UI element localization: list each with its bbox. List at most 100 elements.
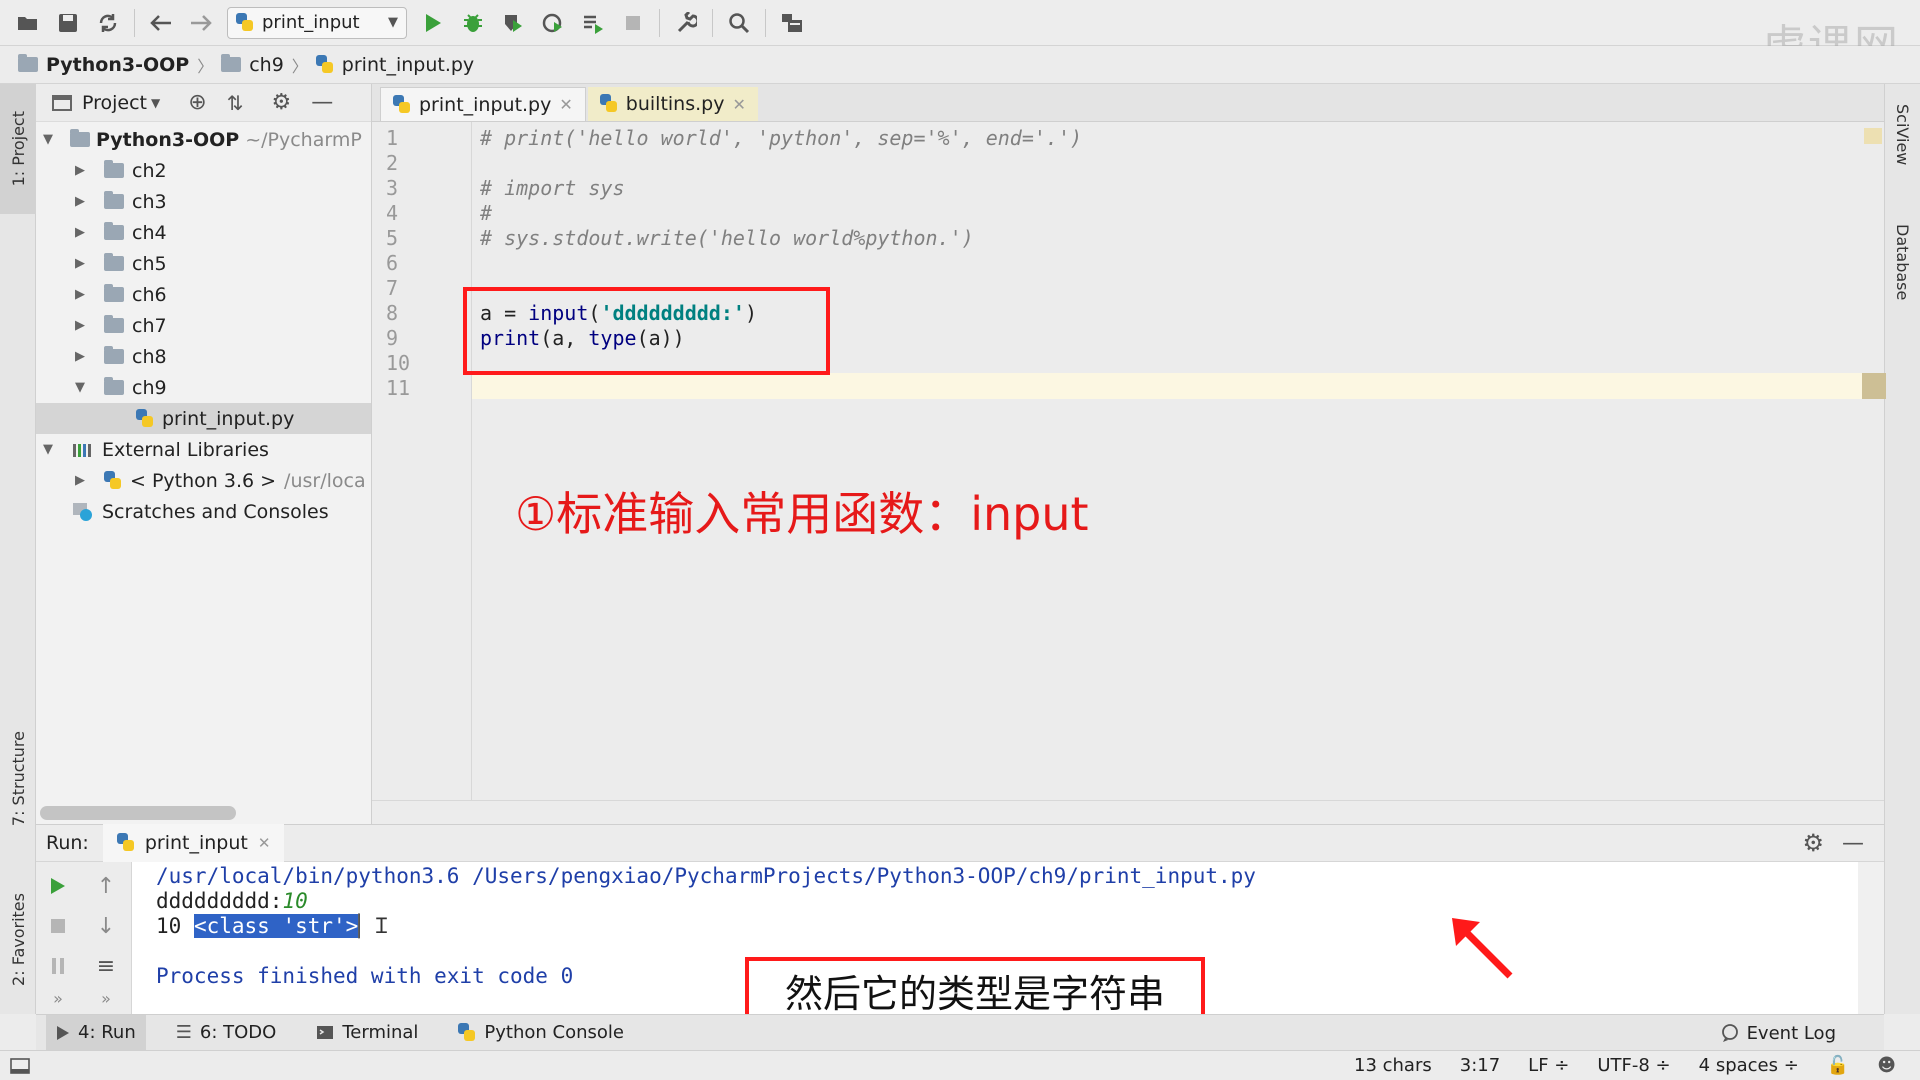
status-indent[interactable]: 4 spaces ÷ [1699,1055,1799,1076]
stop-icon[interactable] [613,3,653,43]
project-tool-tab[interactable]: 1: Project [0,84,36,214]
project-view-select[interactable]: Project [82,92,147,114]
tool-window-toggle-icon[interactable] [10,1057,30,1075]
chevron-down-icon[interactable]: ▼ [151,96,160,110]
folder-icon [18,54,38,72]
back-arrow-icon[interactable] [141,3,181,43]
inspector-icon[interactable]: ☻ [1877,1055,1896,1076]
toolbar-separator [659,8,660,37]
tree-folder-ch5[interactable]: ▶ ch5 [36,248,371,279]
status-cursor-position[interactable]: 3:17 [1460,1055,1500,1076]
tree-folder-ch9[interactable]: ▼ ch9 [36,372,371,403]
wrench-icon[interactable] [666,3,706,43]
collapsed-arrow-icon[interactable]: ▶ [72,473,88,488]
more-icon[interactable]: » [38,980,78,1016]
up-arrow-icon[interactable]: ↑ [86,868,126,904]
minimize-icon[interactable]: — [1842,831,1864,856]
close-icon[interactable]: ✕ [559,95,572,114]
expand-arrow-icon[interactable]: ▼ [72,380,88,395]
run-with-coverage-icon[interactable] [493,3,533,43]
gear-icon[interactable]: ⚙ [271,90,291,115]
editor-horizontal-scroll-area [372,800,1884,824]
collapsed-arrow-icon[interactable]: ▶ [72,318,88,333]
tree-python-sdk-label: < Python 3.6 > [130,469,277,492]
tab-label: builtins.py [625,93,725,115]
breadcrumb-file[interactable]: print_input.py [315,54,474,76]
collapsed-arrow-icon[interactable]: ▶ [72,349,88,364]
breadcrumb-folder[interactable]: ch9 [221,54,284,76]
close-icon[interactable]: ✕ [258,834,271,852]
soft-wrap-icon[interactable]: ≡ [86,948,126,984]
pause-icon[interactable] [38,948,78,984]
forward-arrow-icon[interactable] [181,3,221,43]
tab-builtins[interactable]: builtins.py ✕ [587,87,758,121]
tree-scratches[interactable]: Scratches and Consoles [36,496,371,527]
stop-icon[interactable] [38,908,78,944]
debug-icon[interactable] [453,3,493,43]
tree-folder-ch6[interactable]: ▶ ch6 [36,279,371,310]
tab-run[interactable]: 4: Run [46,1014,146,1051]
more-icon[interactable]: » [86,980,126,1016]
expand-arrow-icon[interactable]: ▼ [40,442,56,457]
expand-arrow-icon[interactable]: ▼ [40,132,56,147]
tab-todo-label: 6: TODO [199,1022,277,1043]
open-folder-icon[interactable] [8,3,48,43]
collapse-all-icon[interactable]: ⇅ [227,91,244,115]
save-icon[interactable] [48,3,88,43]
chevron-down-icon: ▼ [388,15,398,30]
database-tool-tab[interactable]: Database [1893,224,1912,305]
line-number: 4 [386,201,399,225]
locate-icon[interactable]: ⊕ [188,90,206,115]
event-log-button[interactable]: Event Log [1721,1015,1836,1051]
line-number: 2 [386,151,399,175]
collapsed-arrow-icon[interactable]: ▶ [72,225,88,240]
tree-folder-label: ch5 [132,252,167,275]
tab-todo[interactable]: ☰ 6: TODO [166,1015,287,1051]
run-configuration-select[interactable]: print_input ▼ [227,6,407,39]
collapsed-arrow-icon[interactable]: ▶ [72,256,88,271]
collapsed-arrow-icon[interactable]: ▶ [72,163,88,178]
down-arrow-icon[interactable]: ↓ [86,908,126,944]
lock-icon[interactable]: 🔓 [1827,1055,1849,1076]
tab-python-console[interactable]: Python Console [448,1015,634,1051]
status-encoding[interactable]: UTF-8 ÷ [1597,1055,1670,1076]
tree-external-libraries[interactable]: ▼ External Libraries [36,434,371,465]
project-horizontal-scrollbar[interactable] [40,806,236,820]
run-tab-print-input[interactable]: print_input ✕ [102,824,285,862]
project-structure-icon[interactable] [772,3,812,43]
sync-icon[interactable] [88,3,128,43]
tree-folder-ch8[interactable]: ▶ ch8 [36,341,371,372]
line-number: 1 [386,126,399,150]
tab-terminal[interactable]: Terminal [306,1015,428,1051]
search-icon[interactable] [719,3,759,43]
tree-folder-ch7[interactable]: ▶ ch7 [36,310,371,341]
collapsed-arrow-icon[interactable]: ▶ [72,287,88,302]
breadcrumb-project[interactable]: Python3-OOP [18,54,189,76]
collapsed-arrow-icon[interactable]: ▶ [72,194,88,209]
minimize-icon[interactable]: — [311,90,333,115]
left-tool-stripe: 1: Project 7: Structure 2: Favorites [0,84,36,1014]
run-panel-label: Run: [46,832,89,854]
tree-folder-ch3[interactable]: ▶ ch3 [36,186,371,217]
tree-root[interactable]: ▼ Python3-OOP ~/PycharmP [36,124,371,155]
close-icon[interactable]: ✕ [732,95,745,114]
error-stripe-marker[interactable] [1864,128,1882,144]
folder-icon [104,284,124,302]
status-line-separator[interactable]: LF ÷ [1528,1055,1569,1076]
tab-print-input[interactable]: print_input.py ✕ [380,87,586,121]
tree-file-selected[interactable]: print_input.py [36,403,371,434]
profile-icon[interactable] [533,3,573,43]
tree-folder-ch4[interactable]: ▶ ch4 [36,217,371,248]
console-vertical-scrollbar[interactable] [1858,862,1884,1014]
code-editor[interactable]: # print('hello world', 'python', sep='%'… [472,122,1884,824]
tree-python-sdk[interactable]: ▶ < Python 3.6 > /usr/loca [36,465,371,496]
run-concurrency-icon[interactable] [573,3,613,43]
structure-tool-tab[interactable]: 7: Structure [0,714,36,844]
favorites-tool-tab[interactable]: 2: Favorites [0,874,36,1004]
run-icon[interactable] [413,3,453,43]
toolbar-separator [712,8,713,37]
gear-icon[interactable]: ⚙ [1802,829,1824,857]
rerun-icon[interactable] [38,868,78,904]
sciview-tool-tab[interactable]: SciView [1893,104,1912,170]
tree-folder-ch2[interactable]: ▶ ch2 [36,155,371,186]
